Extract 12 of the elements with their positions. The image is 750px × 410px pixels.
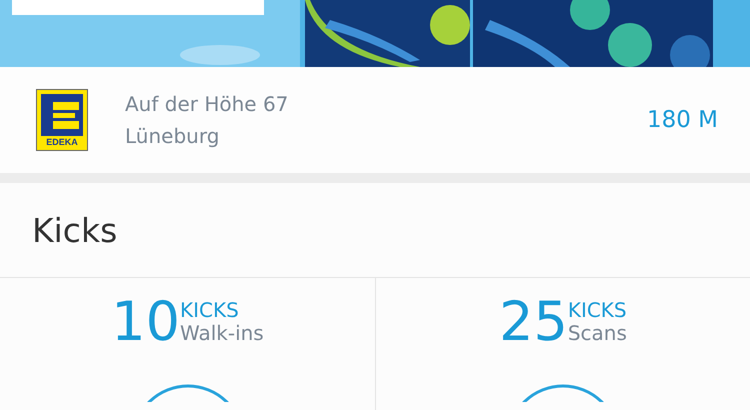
city-text: Lüneburg <box>125 123 220 149</box>
kicks-unit: KICKS <box>568 299 627 322</box>
logo-text: EDEKA <box>46 137 78 147</box>
kicks-label: Scans <box>568 322 627 345</box>
letter-e-icon <box>41 94 83 136</box>
kicks-amount: 10 <box>111 294 180 350</box>
kicks-unit: KICKS <box>180 299 240 322</box>
section-title: Kicks <box>0 183 750 278</box>
kicks-label: Walk-ins <box>180 322 264 345</box>
address-line: Auf der Höhe 67 <box>125 91 288 117</box>
kicks-amount: 25 <box>499 294 568 350</box>
distance-text: 180 M <box>646 107 718 133</box>
